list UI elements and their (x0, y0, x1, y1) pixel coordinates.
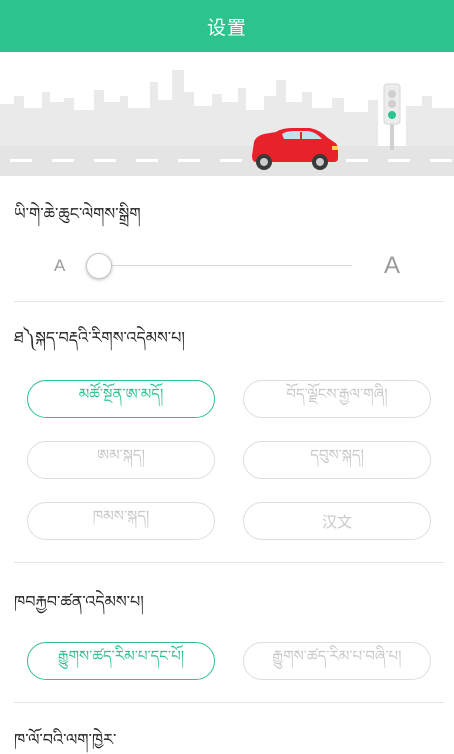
broadcast-section-title: ཁབརྐྱབ་ཚན་འདེམས་པ། (14, 592, 144, 611)
voice-option-lhasa[interactable]: བོད་ལྗོངས་རྒྱལ་གཞི། (243, 380, 431, 418)
voice-option-u[interactable]: དབུས་སྐད། (243, 441, 431, 479)
voice-option-kham[interactable]: ཁམས་སྐད། (27, 502, 215, 540)
font-size-section-title: ཡི་གེ་ཆེ་ཆུང་ལེགས་སྒྲིག (14, 204, 141, 223)
page-title: 设置 (206, 16, 247, 39)
voice-option-am[interactable]: ཨམ་སྐད། (27, 441, 215, 479)
divider (14, 301, 444, 302)
font-size-slider-thumb[interactable] (86, 253, 112, 279)
font-size-slider-track[interactable] (98, 265, 352, 266)
voice-language-section-title: ཐ༽སྐད་བརྡའི་རིགས་འདེམས་པ། (14, 328, 185, 347)
broadcast-option-level-1[interactable]: རྒྱུགས་ཚད་རིམ་པ་དང་པོ། (27, 642, 215, 680)
city-banner-illustration (0, 52, 454, 176)
license-section-title: ཁ་ལོ་བའི་ལག་ཁྱེར་ (14, 730, 117, 749)
font-large-label: A (384, 252, 401, 279)
voice-option-amdo[interactable]: མཚོ་སྔོན་ཨ་མདོ། (27, 380, 215, 418)
app-header: 设置 (0, 0, 454, 52)
divider (14, 702, 444, 703)
voice-option-chinese[interactable]: 汉文 (243, 502, 431, 540)
divider (14, 562, 444, 563)
traffic-light-icon (383, 83, 401, 150)
font-small-label: A (54, 256, 66, 275)
broadcast-option-level-4[interactable]: རྒྱུགས་ཚད་རིམ་པ་བཞི་པ། (243, 642, 431, 680)
